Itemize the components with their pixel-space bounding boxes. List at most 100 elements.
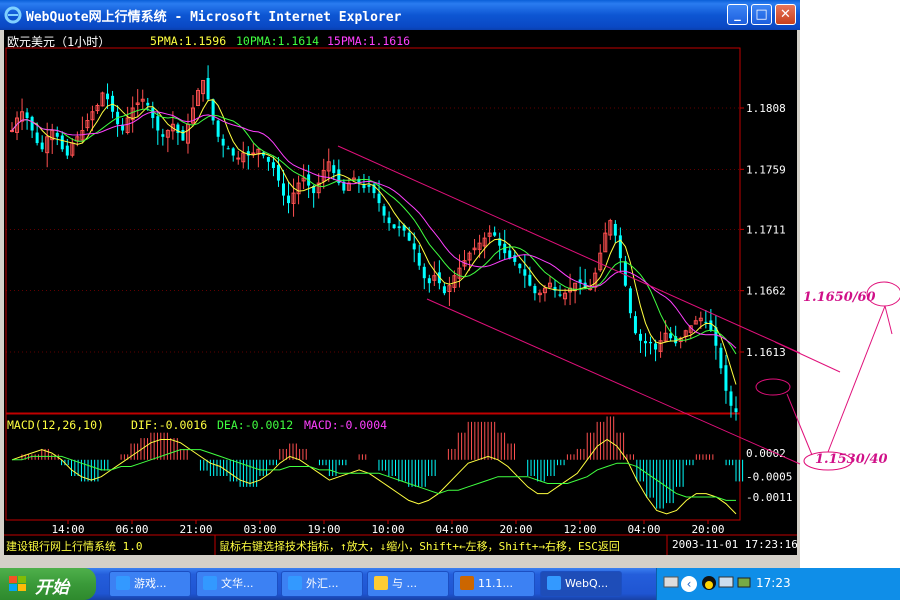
- candle-body-down: [60, 135, 64, 150]
- time-tick-label: 04:00: [435, 523, 468, 536]
- candle-body-down: [633, 316, 637, 334]
- candle-body-down: [40, 142, 44, 150]
- annotation-low-target: 1.1530/40: [815, 452, 888, 467]
- candle-body-down: [226, 148, 230, 150]
- taskbar-item-2[interactable]: 文华...: [196, 571, 278, 597]
- candle-body-down: [628, 288, 632, 314]
- rebound-arrow-tail: [884, 305, 893, 335]
- candle-body-down: [282, 183, 285, 196]
- candle-body-down: [35, 132, 39, 144]
- taskbar-item-3[interactable]: 外汇...: [281, 571, 363, 597]
- taskbar-item-label: 外汇...: [306, 577, 339, 590]
- windows-logo-icon: [9, 576, 26, 591]
- price-tick-label: 1.1759: [746, 163, 786, 176]
- candle-body-down: [211, 99, 215, 121]
- macd-tick-label: -0.0011: [746, 491, 792, 504]
- qq-icon[interactable]: [701, 575, 717, 591]
- candle-body-down: [417, 252, 421, 266]
- minimize-button[interactable]: _: [727, 4, 748, 25]
- taskbar-app-icon: [460, 576, 474, 590]
- time-tick-label: 20:00: [499, 523, 532, 536]
- candle-body-down: [25, 112, 29, 119]
- candle-body-down: [276, 165, 280, 181]
- taskbar-app-icon: [547, 576, 561, 590]
- close-icon: ✕: [780, 7, 791, 22]
- candle-body-down: [65, 145, 69, 156]
- ma15-line: [11, 111, 737, 349]
- candle-body-down: [704, 321, 708, 323]
- candle-body-down: [422, 266, 426, 279]
- candle-body-down: [206, 77, 210, 100]
- candle-body-down: [442, 286, 446, 294]
- candle-body-down: [618, 235, 622, 259]
- candle-body-down: [734, 408, 738, 413]
- candle-body-down: [161, 134, 165, 137]
- status-datetime: 2003-11-01 17:23:16: [672, 538, 798, 551]
- candle-body-down: [216, 120, 220, 137]
- time-tick-label: 06:00: [115, 523, 148, 536]
- taskbar-clock: 17:23: [756, 576, 791, 590]
- internet-explorer-icon: [4, 6, 22, 24]
- candle-body-down: [407, 232, 411, 241]
- ma10-line: [11, 108, 737, 355]
- candle-body-down: [649, 341, 653, 344]
- rebound-arrow-line: [827, 305, 886, 453]
- candle-body-down: [382, 206, 386, 216]
- tray-expand-icon[interactable]: ‹: [681, 576, 697, 592]
- taskbar-item-5[interactable]: 11.1...: [453, 571, 535, 597]
- candlestick-series: [10, 65, 738, 421]
- chart-canvas[interactable]: 1.1808 1.1759 1.1711 1.1662 1.1613 0.0002 -0.0…: [4, 30, 797, 555]
- start-button[interactable]: 开始: [0, 568, 96, 600]
- close-button[interactable]: ✕: [775, 4, 796, 25]
- time-tick-label: 20:00: [691, 523, 724, 536]
- title-bar[interactable]: WebQuote网上行情系统 - Microsoft Internet Expl…: [0, 0, 800, 30]
- taskbar-app-icon: [288, 576, 302, 590]
- candle-body-down: [533, 285, 537, 294]
- candle-body-down: [719, 347, 723, 369]
- status-help: 鼠标右键选择技术指标，↑放大，↓缩小，Shift+←左移，Shift+→右移，E…: [219, 540, 620, 553]
- macd-dif-label: DIF:-0.0016: [131, 418, 208, 432]
- candle-body-down: [377, 193, 381, 204]
- macd-tick-label: -0.0005: [746, 471, 792, 484]
- symbol-label: 欧元美元（1小时）: [7, 35, 111, 49]
- maximize-icon: □: [755, 7, 768, 22]
- candle-body-down: [724, 365, 728, 391]
- price-tick-label: 1.1808: [746, 102, 786, 115]
- taskbar-item-label: 与 ...: [392, 577, 417, 590]
- taskbar-item-6[interactable]: WebQ...: [540, 571, 622, 597]
- candle-body-down: [644, 341, 647, 344]
- candle-body-down: [55, 132, 59, 137]
- time-tick-label: 14:00: [51, 523, 84, 536]
- taskbar-app-icon: [203, 576, 217, 590]
- candle-body-down: [528, 274, 532, 286]
- ie-window: WebQuote网上行情系统 - Microsoft Internet Expl…: [0, 0, 800, 568]
- maximize-button[interactable]: □: [751, 4, 772, 25]
- quote-chart-area[interactable]: 1.1808 1.1759 1.1711 1.1662 1.1613 0.0002 -0.0…: [4, 30, 798, 555]
- taskbar-item-1[interactable]: 游戏...: [109, 571, 191, 597]
- candle-body-down: [181, 130, 185, 141]
- candle-body-down: [654, 343, 658, 350]
- price-tick-label: 1.1662: [746, 285, 786, 298]
- monitor-icon[interactable]: [718, 575, 734, 591]
- network-icon[interactable]: [736, 575, 752, 591]
- candle-body-down: [729, 391, 733, 406]
- candle-body-down: [397, 226, 401, 229]
- candle-body-down: [221, 138, 225, 146]
- ma10-label: 10PMA:1.1614: [236, 34, 320, 48]
- candle-body-down: [156, 116, 160, 131]
- taskbar-item-label: 11.1...: [478, 577, 513, 590]
- candle-body-down: [392, 224, 396, 229]
- macd-tick-label: 0.0002: [746, 447, 786, 460]
- candle-body-down: [613, 223, 617, 236]
- time-tick-label: 21:00: [179, 523, 212, 536]
- taskbar-item-label: 文华...: [221, 577, 254, 590]
- time-tick-label: 10:00: [371, 523, 404, 536]
- price-tick-label: 1.1613: [746, 346, 786, 359]
- candle-body-down: [362, 185, 366, 189]
- keyboard-icon[interactable]: [663, 574, 679, 592]
- time-tick-label: 03:00: [243, 523, 276, 536]
- taskbar-item-label: 游戏...: [134, 577, 167, 590]
- time-tick-label: 19:00: [307, 523, 340, 536]
- time-tick-label: 04:00: [627, 523, 660, 536]
- taskbar-item-4[interactable]: 与 ...: [367, 571, 449, 597]
